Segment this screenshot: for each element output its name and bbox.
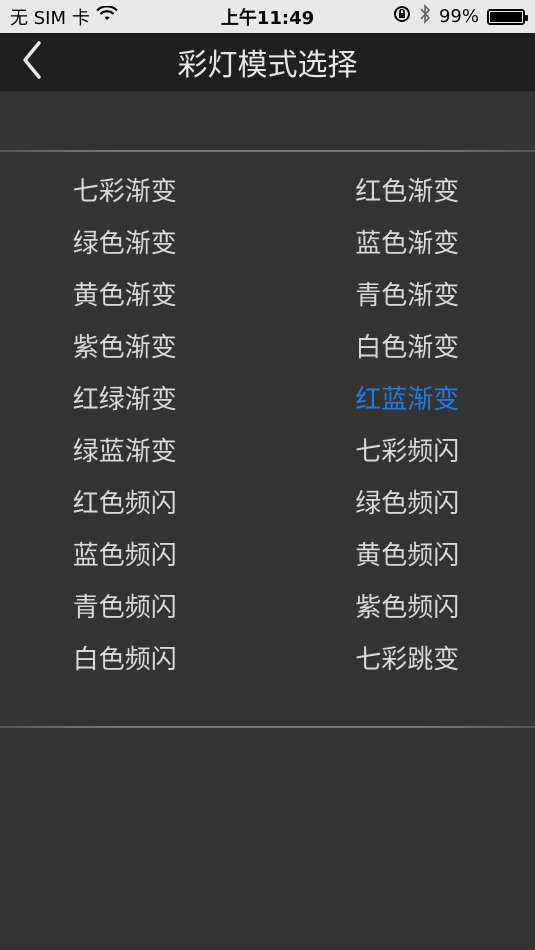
orientation-lock-icon: [393, 5, 411, 28]
mode-option[interactable]: 七彩频闪: [268, 423, 535, 475]
bluetooth-icon: [419, 4, 431, 29]
navigation-bar: 彩灯模式选择: [0, 33, 535, 92]
top-divider: [0, 150, 535, 152]
mode-option[interactable]: 绿色频闪: [268, 475, 535, 527]
mode-option[interactable]: 红蓝渐变: [268, 371, 535, 423]
mode-option[interactable]: 黄色频闪: [268, 527, 535, 579]
mode-option[interactable]: 七彩渐变: [0, 163, 268, 215]
mode-grid: 七彩渐变 红色渐变 绿色渐变 蓝色渐变 黄色渐变 青色渐变 紫色渐变 白色渐变 红绿渐变 红蓝渐变…: [0, 163, 535, 683]
mode-option[interactable]: 黄色渐变: [0, 267, 268, 319]
mode-option[interactable]: 白色频闪: [0, 631, 268, 683]
mode-option[interactable]: 白色渐变: [268, 319, 535, 371]
mode-option[interactable]: 七彩跳变: [268, 631, 535, 683]
mode-option[interactable]: 绿色渐变: [0, 215, 268, 267]
mode-option[interactable]: 蓝色频闪: [0, 527, 268, 579]
mode-option[interactable]: 绿蓝渐变: [0, 423, 268, 475]
mode-option[interactable]: 紫色频闪: [268, 579, 535, 631]
mode-option[interactable]: 青色频闪: [0, 579, 268, 631]
mode-option[interactable]: 青色渐变: [268, 267, 535, 319]
mode-option[interactable]: 红绿渐变: [0, 371, 268, 423]
status-bar: 无 SIM 卡 上午11:49 99%: [0, 0, 535, 33]
status-right: 99%: [393, 0, 528, 33]
battery-fill: [490, 11, 522, 22]
mode-option[interactable]: 紫色渐变: [0, 319, 268, 371]
page-title: 彩灯模式选择: [177, 48, 358, 83]
mode-option[interactable]: 蓝色渐变: [268, 215, 535, 267]
battery-icon: [487, 8, 528, 25]
battery-percent: 99%: [438, 6, 479, 27]
bottom-divider: [0, 726, 535, 728]
mode-option[interactable]: 红色渐变: [268, 163, 535, 215]
mode-option[interactable]: 红色频闪: [0, 475, 268, 527]
